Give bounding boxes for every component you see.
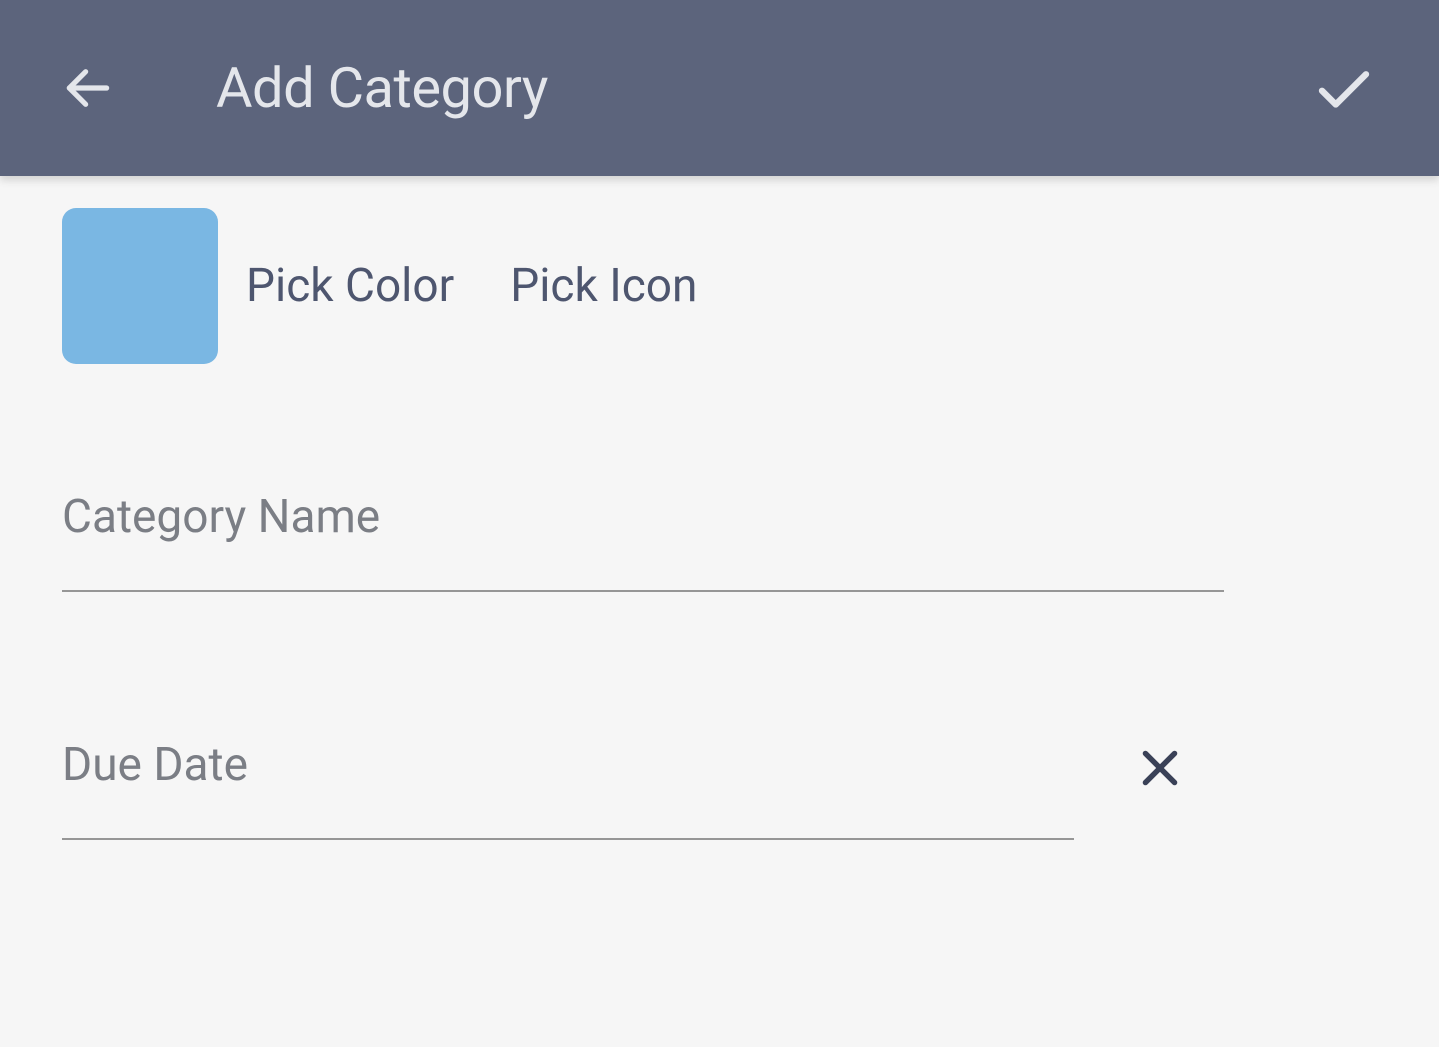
confirm-icon[interactable]: [1309, 53, 1379, 123]
pick-icon-button[interactable]: Pick Icon: [510, 259, 697, 313]
form-content: Pick Color Pick Icon: [0, 176, 1439, 840]
page-title: Add Category: [216, 55, 548, 121]
clear-due-date-icon[interactable]: [1132, 740, 1188, 796]
back-icon[interactable]: [60, 60, 116, 116]
due-date-field: [62, 738, 1377, 840]
color-swatch[interactable]: [62, 208, 218, 364]
app-header: Add Category: [0, 0, 1439, 176]
due-date-input[interactable]: [62, 738, 1074, 840]
category-name-input[interactable]: [62, 490, 1224, 592]
category-name-field: [62, 490, 1377, 592]
color-icon-row: Pick Color Pick Icon: [62, 208, 1377, 364]
pick-color-button[interactable]: Pick Color: [246, 259, 454, 313]
